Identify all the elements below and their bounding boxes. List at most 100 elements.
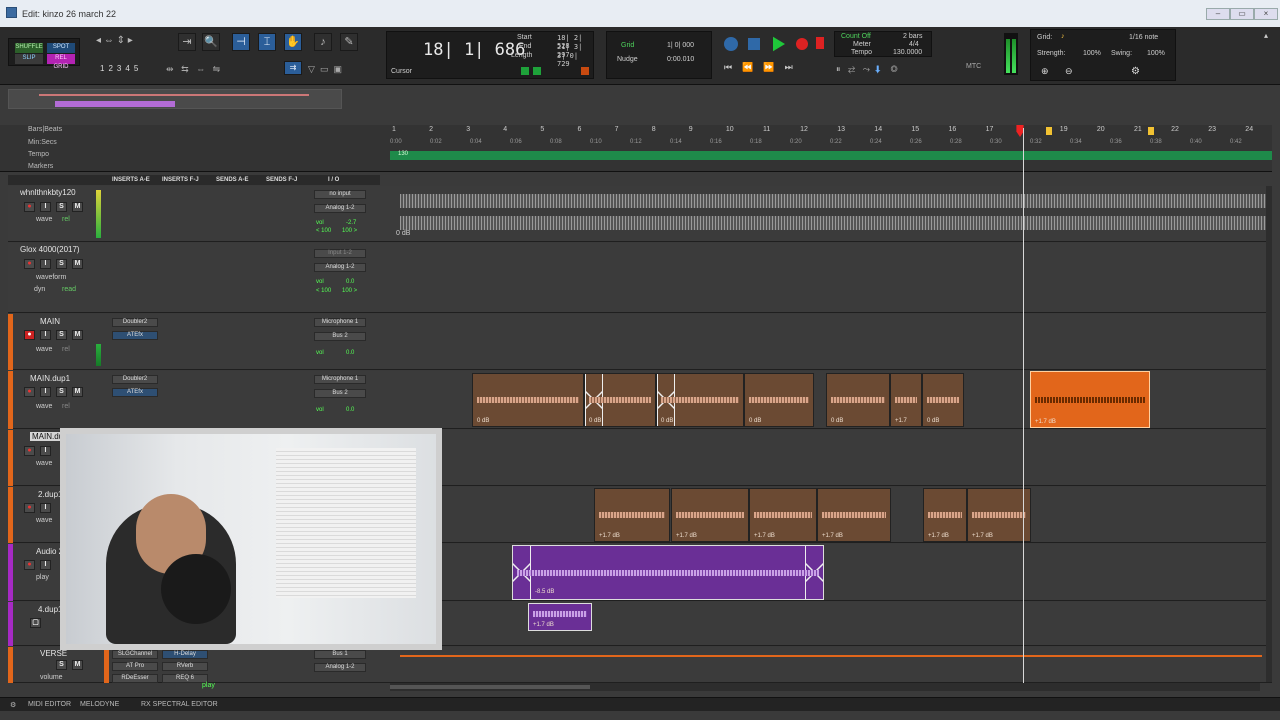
insertion-follows-playback-icon[interactable]: ⇉ bbox=[284, 61, 302, 75]
track-view-selector[interactable]: volume bbox=[40, 674, 63, 681]
track-name[interactable]: MAIN bbox=[40, 317, 60, 326]
link-icon[interactable]: ⇄ bbox=[848, 64, 855, 74]
dyn-label[interactable]: dyn bbox=[34, 286, 45, 293]
audio-clip[interactable]: 0 dB bbox=[744, 373, 814, 427]
melodyne-tab[interactable]: MELODYNE bbox=[80, 701, 119, 708]
input-selector[interactable]: Microphone 1 bbox=[314, 375, 366, 384]
grid-setting-value[interactable]: 1/16 note bbox=[1129, 34, 1158, 41]
automation-line[interactable] bbox=[400, 655, 1262, 657]
pan-right-value[interactable]: 100 > bbox=[342, 288, 357, 294]
output-selector[interactable]: Bus 2 bbox=[314, 332, 366, 341]
track-view-selector[interactable]: waveform bbox=[36, 274, 66, 281]
solo-button[interactable]: S bbox=[56, 387, 67, 397]
zoom-search-icon[interactable]: ⊕ bbox=[1041, 66, 1049, 77]
strength-value[interactable]: 100% bbox=[1083, 50, 1101, 57]
automation-mode[interactable]: rel bbox=[62, 346, 70, 353]
track-view-selector[interactable]: wave bbox=[36, 216, 52, 223]
horizontal-scrollbar[interactable] bbox=[390, 683, 1260, 691]
output-selector[interactable]: Analog 1-2 bbox=[314, 663, 366, 672]
selection-start-icon[interactable] bbox=[1046, 127, 1052, 135]
solo-button[interactable]: S bbox=[56, 259, 67, 269]
zoom-preset-5[interactable]: 5 bbox=[134, 64, 142, 73]
record-enable-button[interactable]: ● bbox=[24, 446, 35, 456]
grabber-tool-icon[interactable]: ✋ bbox=[284, 33, 302, 51]
record-mode-icon[interactable] bbox=[816, 37, 824, 49]
record-enable-button[interactable]: ● bbox=[24, 202, 35, 212]
input-monitor-button[interactable]: I bbox=[40, 446, 51, 456]
scrollbar-thumb[interactable] bbox=[390, 685, 590, 689]
volume-value[interactable]: 0.0 bbox=[346, 350, 354, 356]
track-row[interactable]: MAIN.dup1 ● I S M wave rel Doubler2 ATEf… bbox=[8, 371, 1272, 429]
record-enable-button[interactable]: ● bbox=[24, 503, 35, 513]
insert-slot[interactable]: RVerb bbox=[162, 662, 208, 671]
horizontal-zoom-icon[interactable]: ⇔ bbox=[104, 35, 114, 46]
track-name[interactable]: MAIN.dup1 bbox=[30, 374, 70, 383]
input-selector[interactable]: Bus 1 bbox=[314, 650, 366, 659]
solo-button[interactable]: S bbox=[56, 660, 67, 670]
solo-button[interactable]: S bbox=[56, 330, 67, 340]
record-enable-button[interactable]: ● bbox=[24, 387, 35, 397]
fast-forward-icon[interactable]: ⏩ bbox=[763, 62, 774, 72]
online-sync-icon[interactable]: ◎ bbox=[891, 64, 898, 74]
count-off-label[interactable]: Count Off bbox=[841, 33, 871, 40]
bars-beats-ruler-label[interactable]: Bars|Beats bbox=[28, 126, 62, 133]
nudge-value[interactable]: 0:00.010 bbox=[667, 56, 694, 63]
input-selector[interactable]: Microphone 1 bbox=[314, 318, 366, 327]
track-row[interactable]: MAIN ● I S M wave rel Doubler2 ATEfx Mic… bbox=[8, 314, 1272, 370]
zoom-preset-2[interactable]: 2 bbox=[108, 64, 116, 73]
mute-button[interactable]: M bbox=[72, 259, 83, 269]
audio-clip[interactable]: +1.7 dB bbox=[594, 488, 670, 542]
audio-clip[interactable]: 0 dB bbox=[472, 373, 584, 427]
zoom-minus-icon[interactable]: ⊖ bbox=[1065, 66, 1073, 77]
settings-gear-icon[interactable]: ⚙ bbox=[1131, 66, 1140, 77]
track-view-selector[interactable]: wave bbox=[36, 403, 52, 410]
swing-value[interactable]: 100% bbox=[1147, 50, 1165, 57]
input-monitor-button[interactable]: I bbox=[40, 202, 51, 212]
insert-slot[interactable]: Doubler2 bbox=[112, 318, 158, 327]
grid-mode-button[interactable]: REL GRID bbox=[47, 54, 75, 70]
insert-slot[interactable]: ATEfx bbox=[112, 331, 158, 340]
min-secs-ruler-label[interactable]: Min:Secs bbox=[28, 139, 57, 146]
tempo-ruler-bar[interactable]: 130 bbox=[390, 151, 1272, 160]
record-enable-button[interactable]: ● bbox=[24, 560, 35, 570]
zoom-toggle-icon[interactable]: ⇥ bbox=[178, 33, 196, 51]
insert-slot[interactable]: H-Delay bbox=[162, 650, 208, 659]
insert-slot[interactable]: Doubler2 bbox=[112, 375, 158, 384]
pan-left-value[interactable]: < 100 bbox=[316, 228, 331, 234]
audio-clip[interactable]: +1.7 dB bbox=[749, 488, 817, 542]
length-value[interactable]: 3| 0| 729 bbox=[557, 52, 593, 68]
audio-clip[interactable]: +1.7 dB bbox=[817, 488, 891, 542]
go-to-end-icon[interactable]: ⏭ bbox=[785, 62, 793, 72]
audio-clip[interactable]: +1.7 bbox=[890, 373, 922, 427]
solo-button[interactable]: S bbox=[56, 202, 67, 212]
track-name[interactable]: 4.dup1 bbox=[38, 605, 62, 614]
rewind-icon[interactable]: ⏪ bbox=[742, 62, 753, 72]
shuffle-mode-button[interactable]: SHUFFLE bbox=[15, 43, 43, 53]
layout-icon[interactable]: ▭ bbox=[320, 64, 329, 74]
track-name[interactable]: 2.dup1 bbox=[38, 490, 62, 499]
pan-right-value[interactable]: 100 > bbox=[342, 228, 357, 234]
scrubber-tool-icon[interactable]: ♪ bbox=[314, 33, 332, 51]
link-track-icon[interactable]: ⇋ bbox=[213, 64, 221, 74]
track-view-selector[interactable]: wave bbox=[36, 517, 52, 524]
tempo-label[interactable]: Tempo bbox=[851, 49, 872, 56]
close-icon[interactable]: × bbox=[1254, 8, 1278, 20]
mute-button[interactable]: M bbox=[72, 660, 83, 670]
mute-button[interactable]: M bbox=[72, 330, 83, 340]
keyfocus-icon[interactable]: ▽ bbox=[308, 64, 315, 74]
audio-clip[interactable]: 0 dB bbox=[826, 373, 890, 427]
audio-clip[interactable]: +1.7 dB bbox=[923, 488, 967, 542]
audio-clip[interactable]: 0 dB bbox=[922, 373, 964, 427]
automation-mode[interactable]: read bbox=[62, 286, 76, 293]
track-lock-icon[interactable]: ▢ bbox=[30, 618, 41, 628]
auto-icon[interactable]: ⤳ bbox=[863, 64, 870, 74]
volume-value[interactable]: 0.0 bbox=[346, 279, 354, 285]
input-monitor-button[interactable]: I bbox=[40, 560, 51, 570]
mtc-button[interactable]: MTC bbox=[966, 63, 981, 70]
insert-slot[interactable]: SLGChannel bbox=[112, 650, 158, 659]
output-selector[interactable]: Bus 2 bbox=[314, 389, 366, 398]
track-view-selector[interactable]: wave bbox=[36, 460, 52, 467]
spot-mode-button[interactable]: SPOT bbox=[47, 43, 75, 53]
slip-mode-button[interactable]: SLIP bbox=[15, 54, 43, 64]
output-selector[interactable]: Analog 1-2 bbox=[314, 263, 366, 272]
